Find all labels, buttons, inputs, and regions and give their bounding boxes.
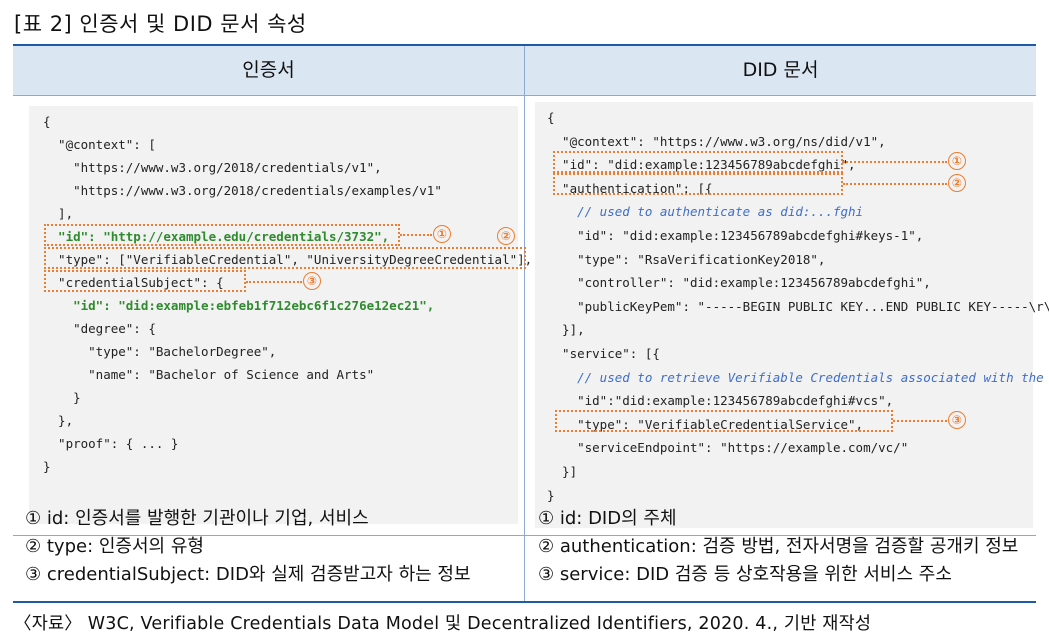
code-line: "proof": { ... } [43, 436, 179, 451]
leader-line-3 [246, 281, 302, 283]
did-note-item: ② authentication: 검증 방법, 전자서명을 검증할 공개키 정… [538, 536, 1019, 557]
credential-note-item: ② type: 인증서의 유형 [25, 536, 204, 557]
code-line: }, [43, 413, 74, 428]
code-line: } [547, 487, 555, 503]
code-line: "https://www.w3.org/2018/credentials/v1"… [43, 160, 382, 175]
comparison-table: 인증서 DID 문서 { "@context": [ "https://www.… [13, 44, 1049, 603]
did-note-item: ③ service: DID 검증 등 상호작용을 위한 서비스 주소 [538, 564, 952, 585]
header-credential: 인증서 [242, 59, 295, 81]
credential-code-sample: { "@context": [ "https://www.w3.org/2018… [29, 106, 532, 524]
marker-did-3: ③ [948, 411, 966, 429]
header-did-document: DID 문서 [742, 59, 819, 81]
highlight-credential-type [44, 247, 526, 269]
marker-did-2: ② [948, 174, 966, 192]
did-note-item: ① id: DID의 주체 [538, 508, 677, 529]
highlight-did-id [553, 151, 843, 173]
code-line: ], [43, 206, 74, 221]
table-caption: [표 2] 인증서 및 DID 문서 속성 [14, 12, 307, 36]
did-notes: ① id: DID의 주체 ② authentication: 검증 방법, 전… [538, 505, 1018, 589]
highlight-did-authentication [553, 173, 843, 195]
code-line: { [43, 114, 51, 129]
code-line: "id": "did:example:ebfeb1f712ebc6f1c276e… [43, 298, 435, 313]
code-line: "serviceEndpoint": "https://example.com/… [547, 440, 909, 456]
code-line: "name": "Bachelor of Science and Arts" [43, 367, 375, 382]
leader-line-did-3 [893, 420, 947, 422]
leader-line-did-2 [843, 183, 947, 185]
code-line: "id": "did:example:123456789abcdefghi#ke… [547, 228, 924, 243]
column-divider [524, 46, 525, 601]
highlight-did-service-endpoint [555, 410, 893, 432]
code-line: } [43, 390, 81, 405]
code-line: "type": "RsaVerificationKey2018", [547, 251, 826, 267]
code-line: }], [547, 322, 585, 338]
code-line: "id":"did:example:123456789abcdefghi#vcs… [547, 393, 894, 409]
code-line: "controller": "did:example:123456789abcd… [547, 275, 931, 291]
code-line: "degree": { [43, 321, 156, 336]
code-line: "@context": [ [43, 137, 156, 152]
code-line: // used to authenticate as did:...fghi [547, 204, 864, 220]
marker-did-1: ① [948, 152, 966, 170]
leader-line-did-1 [843, 161, 947, 163]
highlight-credential-subject [44, 270, 246, 292]
code-line: "type": "BachelorDegree", [43, 344, 277, 359]
code-line: "https://www.w3.org/2018/credentials/exa… [43, 183, 442, 198]
code-line: "@context": "https://www.w3.org/ns/did/v… [547, 133, 886, 149]
marker-1: ① [433, 225, 451, 243]
leader-line-1 [400, 234, 432, 236]
code-line: "publicKeyPem": "-----BEGIN PUBLIC KEY..… [547, 298, 1049, 314]
credential-note-item: ① id: 인증서를 발행한 기관이나 기업, 서비스 [25, 508, 369, 529]
code-line: "service": [{ [547, 346, 660, 361]
code-line: }] [547, 464, 578, 479]
credential-notes: ① id: 인증서를 발행한 기관이나 기업, 서비스 ② type: 인증서의… [25, 505, 471, 589]
table-bottom-rule [13, 601, 1036, 603]
source-note: 〈자료〉 W3C, Verifiable Credentials Data Mo… [14, 614, 872, 634]
marker-3: ③ [303, 272, 321, 290]
highlight-credential-id [44, 224, 400, 246]
code-line: // used to retrieve Verifiable Credentia… [547, 369, 1049, 385]
code-line: { [547, 110, 555, 125]
marker-2: ② [497, 227, 515, 245]
credential-note-item: ③ credentialSubject: DID와 실제 검증받고자 하는 정보 [25, 564, 471, 585]
code-line: } [43, 459, 51, 474]
